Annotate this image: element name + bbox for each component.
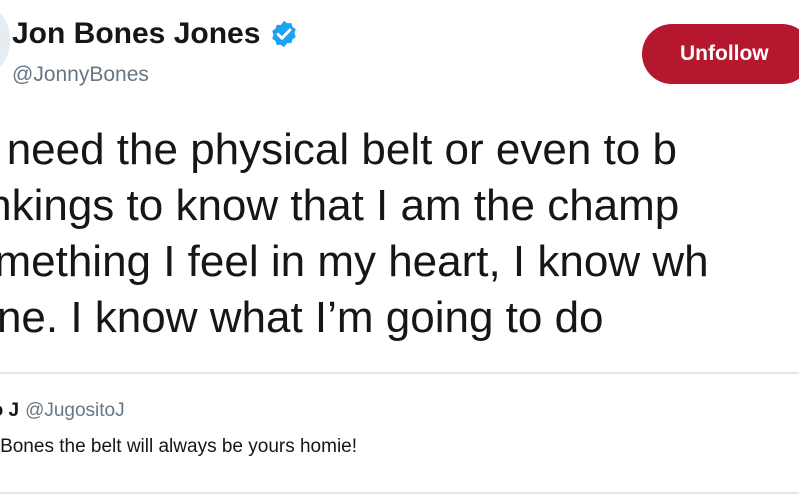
tweet-line: rankings to know that I am the champ <box>0 181 680 230</box>
author-handle[interactable]: @JonnyBones <box>12 60 149 90</box>
author-display-name[interactable]: Jon Bones Jones <box>12 14 260 54</box>
verified-badge-icon <box>269 19 299 49</box>
quoted-tweet-text: nyBones the belt will always be yours ho… <box>0 436 358 457</box>
author-header: Jon Bones Jones <box>12 14 299 54</box>
quoted-author-name: ito J <box>0 400 20 421</box>
unfollow-button[interactable]: Unfollow <box>642 24 799 84</box>
tweet-line: done. I know what I’m going to do <box>0 293 604 342</box>
avatar[interactable] <box>0 8 10 72</box>
tweet-page: Jon Bones Jones @JonnyBones Unfollow n’t… <box>0 0 799 501</box>
tweet-line: something I feel in my heart, I know wh <box>0 237 709 286</box>
quoted-author-handle: @JugositoJ <box>25 400 125 421</box>
tweet-line: n’t need the physical belt or even to b <box>0 125 677 174</box>
quoted-tweet-card[interactable]: ito J@JugositoJ nyBones the belt will al… <box>0 372 799 494</box>
tweet-text: n’t need the physical belt or even to b … <box>0 122 799 346</box>
quoted-tweet-header: ito J@JugositoJ <box>0 398 125 424</box>
